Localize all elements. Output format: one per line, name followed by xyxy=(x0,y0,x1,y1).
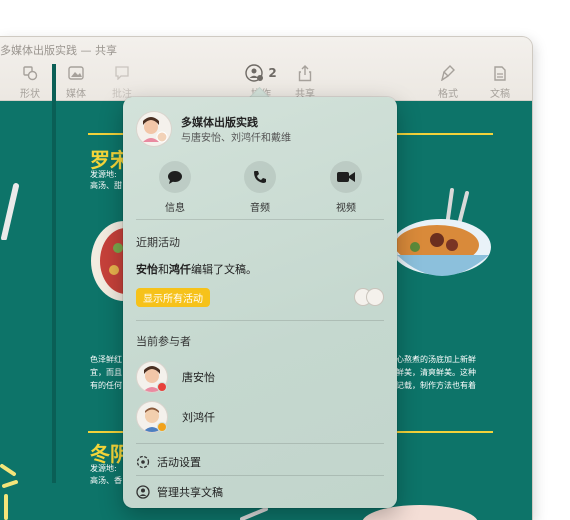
video-action[interactable]: 视频 xyxy=(316,161,376,214)
activity-connector: 和 xyxy=(158,263,169,276)
paragraph-right-3: 记载，制作方法也有着 xyxy=(396,381,476,390)
group-avatar xyxy=(136,111,172,147)
media-label: 媒体 xyxy=(66,89,86,100)
phone-icon xyxy=(244,161,276,193)
format-button[interactable]: 格式 xyxy=(428,64,468,100)
recent-activity-header: 近期活动 xyxy=(136,236,180,249)
message-icon xyxy=(159,161,191,193)
audio-label: 音频 xyxy=(250,203,270,214)
participants-header: 当前参与者 xyxy=(136,335,191,348)
activity-avatars xyxy=(354,288,386,306)
media-button[interactable]: 媒体 xyxy=(56,64,96,100)
share-button[interactable]: 共享 xyxy=(285,64,325,100)
paragraph-right-2: 鲜美，清爽鲜美。这种 xyxy=(396,368,476,377)
collaboration-popover: 多媒体出版实践 与唐安怡、刘鸿仟和戴维 信息 音频 视频 近期活动 安怡和鸿仟编… xyxy=(123,97,397,508)
participant-status-dot xyxy=(157,382,167,392)
activity-settings-item[interactable]: 活动设置 xyxy=(136,454,201,470)
shape-icon xyxy=(10,64,50,82)
share-icon xyxy=(285,64,325,82)
activity-description: 编辑了文稿。 xyxy=(191,263,257,276)
document-name: 多媒体出版实践 xyxy=(0,44,77,57)
activity-settings-label: 活动设置 xyxy=(157,456,201,469)
shared-with-text: 与唐安怡、刘鸿仟和戴维 xyxy=(181,133,291,144)
document-button[interactable]: 文稿 xyxy=(480,64,520,100)
collaborator-count: 2 xyxy=(268,66,277,80)
manage-share-label: 管理共享文稿 xyxy=(157,486,223,499)
shape-label: 形状 xyxy=(20,89,40,100)
noodle-bowl-illustration xyxy=(397,188,491,276)
activity-user-1: 安怡 xyxy=(136,263,158,276)
document-icon xyxy=(480,64,520,82)
format-label: 格式 xyxy=(438,89,458,100)
collaboration-icon: 2 xyxy=(236,64,286,82)
origin-value: 高汤、甜 xyxy=(90,181,122,190)
separator xyxy=(136,475,384,476)
comment-icon xyxy=(102,64,142,82)
paragraph-left-1: 色泽鲜红 xyxy=(90,355,122,364)
video-label: 视频 xyxy=(336,203,356,214)
participant-name: 唐安怡 xyxy=(182,371,215,384)
participant-name: 刘鸿仟 xyxy=(182,411,215,424)
origin-value: 高汤、香 xyxy=(90,476,122,485)
shared-document-title: 多媒体出版实践 xyxy=(181,116,258,129)
photo-icon xyxy=(56,64,96,82)
memoji-icon xyxy=(143,117,168,143)
paragraph-left-3: 有的任何 xyxy=(90,381,122,390)
paragraph-left-2: 宜，而且 xyxy=(90,368,122,377)
document-label: 文稿 xyxy=(490,89,510,100)
message-action[interactable]: 信息 xyxy=(145,161,205,214)
show-all-activity-button[interactable]: 显示所有活动 xyxy=(136,288,210,307)
participant-status-dot xyxy=(157,422,167,432)
page-edge xyxy=(52,64,56,483)
paintbrush-icon xyxy=(428,64,468,82)
people-icon xyxy=(136,485,150,499)
avatar xyxy=(366,288,384,306)
comment-button[interactable]: 批注 xyxy=(102,64,142,100)
title-suffix: — 共享 xyxy=(80,44,118,57)
decorative-lettering xyxy=(0,464,18,520)
toolbar: 多媒体出版实践 — 共享 形状 媒体 批注 2 协作 xyxy=(0,37,532,101)
audio-action[interactable]: 音频 xyxy=(230,161,290,214)
spoon-illustration xyxy=(1,183,19,240)
window-title: 多媒体出版实践 — 共享 xyxy=(0,42,117,58)
separator xyxy=(136,443,384,444)
activity-summary: 安怡和鸿仟编辑了文稿。 xyxy=(136,261,257,277)
paragraph-right-1: 心熬煮的汤底加上新鲜 xyxy=(396,355,476,364)
message-label: 信息 xyxy=(165,203,185,214)
video-camera-icon xyxy=(330,161,362,193)
manage-share-item[interactable]: 管理共享文稿 xyxy=(136,484,223,500)
separator xyxy=(136,320,384,321)
separator xyxy=(136,219,384,220)
activity-user-2: 鸿仟 xyxy=(169,263,191,276)
shape-button[interactable]: 形状 xyxy=(10,64,50,100)
activity-settings-icon xyxy=(136,455,150,469)
origin-label: 发源地: xyxy=(90,464,117,473)
